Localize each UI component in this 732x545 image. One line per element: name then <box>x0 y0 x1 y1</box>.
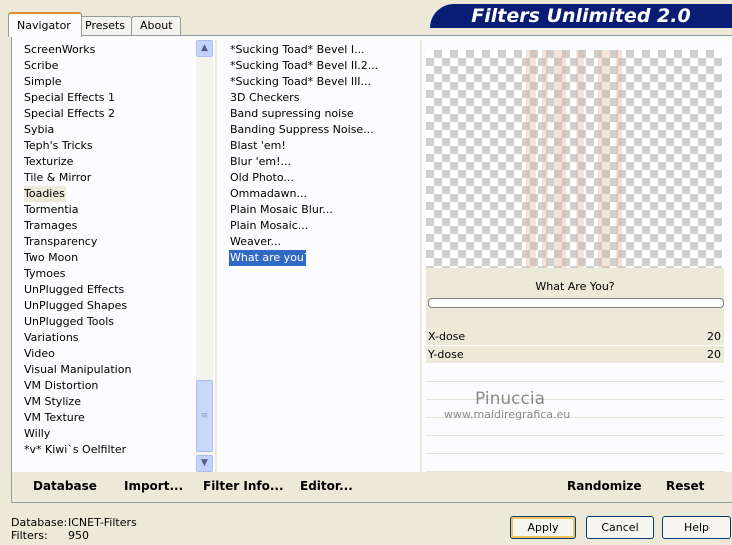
category-item[interactable]: Willy <box>24 426 196 442</box>
category-item[interactable]: Tile & Mirror <box>24 170 196 186</box>
preview-stripe <box>554 50 566 268</box>
category-item[interactable]: *v* Kiwi`s Oelfilter <box>24 442 196 458</box>
param-row-x-dose[interactable]: X-dose 20 <box>426 328 724 346</box>
category-item[interactable]: VM Distortion <box>24 378 196 394</box>
filter-item[interactable]: Ommadawn... <box>230 186 420 202</box>
filter-item[interactable]: 3D Checkers <box>230 90 420 106</box>
filter-item[interactable]: Banding Suppress Noise... <box>230 122 420 138</box>
category-item[interactable]: Tormentia <box>24 202 196 218</box>
filter-list[interactable]: *Sucking Toad* Bevel I... *Sucking Toad* … <box>229 42 420 266</box>
category-item[interactable]: Texturize <box>24 154 196 170</box>
chevron-down-icon[interactable]: ▼ <box>196 455 213 472</box>
category-item[interactable]: Tymoes <box>24 266 196 282</box>
scroll-thumb[interactable]: ≡ <box>196 380 213 452</box>
filter-item[interactable]: *Sucking Toad* Bevel I... <box>230 42 420 58</box>
filter-info-button[interactable]: Filter Info... <box>203 479 284 493</box>
category-item[interactable]: Tramages <box>24 218 196 234</box>
watermark-name: Pinuccia <box>475 389 545 409</box>
category-item[interactable]: Special Effects 1 <box>24 90 196 106</box>
preview-stripe <box>576 50 584 268</box>
category-item[interactable]: Simple <box>24 74 196 90</box>
param-value: 20 <box>707 348 721 361</box>
filter-item[interactable]: Plain Mosaic Blur... <box>230 202 420 218</box>
param-row-y-dose[interactable]: Y-dose 20 <box>426 346 724 364</box>
category-item[interactable]: UnPlugged Shapes <box>24 298 196 314</box>
randomize-button[interactable]: Randomize <box>567 479 641 493</box>
filters-count: 950 <box>68 529 89 542</box>
parameter-list: X-dose 20 Y-dose 20 <box>426 328 724 472</box>
category-item[interactable]: Teph's Tricks <box>24 138 196 154</box>
chevron-up-icon[interactable]: ▲ <box>196 40 213 57</box>
filter-item[interactable]: Band supressing noise <box>230 106 420 122</box>
database-label: Database: <box>11 516 68 529</box>
param-value: 20 <box>707 330 721 343</box>
category-item[interactable]: UnPlugged Tools <box>24 314 196 330</box>
category-item[interactable]: Transparency <box>24 234 196 250</box>
filter-item[interactable]: What are you? <box>229 250 310 266</box>
status-info: Database:ICNET-Filters Filters: 950 <box>11 516 137 542</box>
param-row-empty <box>426 436 724 454</box>
param-name: X-dose <box>428 330 466 343</box>
list-divider <box>215 40 217 472</box>
category-item[interactable]: Video <box>24 346 196 362</box>
param-row-empty <box>426 364 724 382</box>
filter-settings-panel: What Are You? X-dose 20 Y-dose 20 <box>426 268 724 472</box>
category-item[interactable]: VM Stylize <box>24 394 196 410</box>
category-list[interactable]: ScreenWorks Scribe Simple Special Effects 1… <box>24 42 196 458</box>
category-item[interactable]: ScreenWorks <box>24 42 196 58</box>
filter-item[interactable]: Old Photo... <box>230 170 420 186</box>
tab-presets[interactable]: Presets <box>76 16 132 35</box>
reset-button[interactable]: Reset <box>666 479 704 493</box>
category-item[interactable]: VM Texture <box>24 410 196 426</box>
grip-icon: ≡ <box>200 411 209 421</box>
preview-divider <box>420 40 422 472</box>
editor-button[interactable]: Editor... <box>300 479 353 493</box>
database-value: ICNET-Filters <box>68 516 137 529</box>
param-name: Y-dose <box>428 348 464 361</box>
category-item[interactable]: Scribe <box>24 58 196 74</box>
database-button[interactable]: Database <box>33 479 97 493</box>
tab-navigator[interactable]: Navigator <box>8 12 82 37</box>
category-item[interactable]: Variations <box>24 330 196 346</box>
filter-item[interactable]: Weaver... <box>230 234 420 250</box>
bottom-button-bar: Database Import... Filter Info... Editor… <box>12 472 732 502</box>
preview-stripe <box>526 50 536 268</box>
category-item[interactable]: Toadies <box>24 186 66 202</box>
import-button[interactable]: Import... <box>124 479 183 493</box>
filter-title: What Are You? <box>535 280 615 293</box>
category-scrollbar[interactable]: ▲ ≡ ▼ <box>196 40 213 472</box>
help-button[interactable]: Help <box>662 516 731 539</box>
param-row-empty <box>426 454 724 472</box>
tab-about[interactable]: About <box>131 16 181 35</box>
preview-stripe <box>616 50 622 268</box>
preview-stripe <box>598 50 610 268</box>
category-item[interactable]: Special Effects 2 <box>24 106 196 122</box>
navigator-panel: ScreenWorks Scribe Simple Special Effects 1… <box>11 35 732 503</box>
category-item[interactable]: Two Moon <box>24 250 196 266</box>
apply-button[interactable]: Apply <box>510 516 576 539</box>
filter-item[interactable]: Blast 'em! <box>230 138 420 154</box>
category-item[interactable]: Visual Manipulation <box>24 362 196 378</box>
filter-item[interactable]: *Sucking Toad* Bevel II.2... <box>230 58 420 74</box>
filter-item[interactable]: Blur 'em!... <box>230 154 420 170</box>
filter-item[interactable]: Plain Mosaic... <box>230 218 420 234</box>
param-row-empty <box>426 382 724 400</box>
watermark-url: www.maidiregrafica.eu <box>444 408 571 421</box>
category-item[interactable]: Sybia <box>24 122 196 138</box>
category-item[interactable]: UnPlugged Effects <box>24 282 196 298</box>
filters-label: Filters: <box>11 529 48 542</box>
preview-stripe <box>542 50 548 268</box>
preview-image <box>426 50 722 268</box>
app-banner: Filters Unlimited 2.0 <box>430 4 732 28</box>
progress-bar <box>428 298 724 308</box>
cancel-button[interactable]: Cancel <box>586 516 654 539</box>
filter-item[interactable]: *Sucking Toad* Bevel III... <box>230 74 420 90</box>
